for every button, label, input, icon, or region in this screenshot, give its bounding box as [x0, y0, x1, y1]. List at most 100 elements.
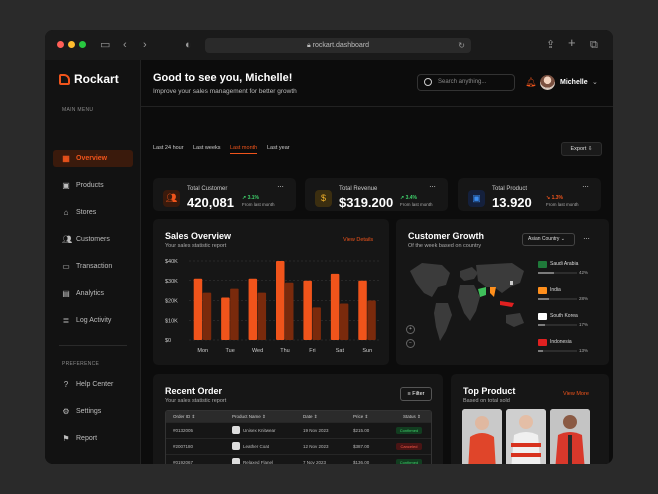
view-more-link[interactable]: View More	[563, 391, 589, 397]
country-row[interactable]: Saudi Arabia 42%	[538, 261, 588, 277]
bar-sun-series2[interactable]	[367, 300, 376, 341]
country-select[interactable]: Asian Country ⌄	[522, 233, 575, 246]
country-percent: 42%	[579, 270, 589, 275]
sidebar-item-label: Customers	[76, 236, 110, 243]
more-icon[interactable]: ···	[429, 182, 436, 191]
country-row[interactable]: Indonesia 13%	[538, 339, 588, 355]
privacy-shield-icon[interactable]: ◐	[185, 37, 192, 53]
column-header-label: Product Name	[232, 414, 261, 419]
chevron-down-icon: ⌄	[560, 236, 565, 242]
x-tick-label: Fri	[309, 348, 315, 354]
product-image[interactable]	[550, 409, 590, 464]
bar-wed-series1[interactable]	[248, 278, 258, 340]
bar-tue-series1[interactable]	[221, 297, 230, 340]
order-price: $136.00	[353, 460, 370, 464]
range-tab[interactable]: Last month	[230, 145, 258, 154]
minimize-window-button[interactable]	[68, 41, 75, 48]
table-row[interactable]: #0192067 Relaxed Flanel 7 Nov 2023 $136.00 C…	[166, 454, 431, 464]
search-placeholder: Search anything...	[438, 79, 487, 85]
stat-change-value: 3.4%	[405, 195, 417, 201]
product-name: Relaxed Flanel	[243, 460, 274, 464]
product-image[interactable]	[462, 409, 502, 464]
card-icon: ▭	[62, 261, 70, 271]
north-america-shape	[410, 263, 450, 297]
sidebar-toggle-icon[interactable]: ▭	[100, 37, 110, 53]
country-row[interactable]: India 28%	[538, 287, 588, 303]
growth-subtitle: Of the week based on country	[408, 243, 482, 249]
bar-sun-series1[interactable]	[358, 280, 367, 340]
recent-order-card: Recent Order Your sales statistic report…	[153, 374, 443, 464]
stat-change: ↗ 3.1%	[242, 195, 259, 201]
back-icon[interactable]: ‹	[123, 37, 127, 53]
main-menu-label: MAIN MENU	[62, 107, 94, 113]
column-header[interactable]: Status ⇕	[403, 414, 421, 420]
range-tab[interactable]: Last year	[267, 145, 290, 151]
south-korea-highlight	[510, 281, 513, 285]
maximize-window-button[interactable]	[79, 41, 86, 48]
sidebar-item-report[interactable]: ⚑ Report	[53, 430, 133, 447]
range-tab[interactable]: Last weeks	[193, 145, 221, 151]
more-icon[interactable]: ···	[277, 182, 284, 191]
sidebar-item-transaction[interactable]: ▭ Transaction	[53, 258, 133, 275]
user-name[interactable]: Michelle	[560, 79, 588, 86]
india-highlight	[490, 287, 496, 297]
sidebar-item-stores[interactable]: ⌂ Stores	[53, 204, 133, 221]
flag-icon	[538, 313, 547, 320]
column-header[interactable]: Order ID ⇕	[173, 414, 195, 420]
range-tab[interactable]: Last 24 hour	[153, 145, 184, 151]
bar-wed-series2[interactable]	[257, 292, 267, 340]
sidebar-item-overview[interactable]: ▦ Overview	[53, 150, 133, 167]
sidebar-item-settings[interactable]: ⚙︎ Settings	[53, 403, 133, 420]
more-icon[interactable]: ···	[583, 234, 590, 243]
y-tick-label: $10K	[165, 318, 178, 324]
stat-note: From last month	[242, 202, 275, 207]
country-row[interactable]: South Korea 17%	[538, 313, 588, 329]
forward-icon[interactable]: ›	[143, 37, 147, 53]
column-header[interactable]: Date ⇕	[303, 414, 318, 420]
avatar[interactable]	[540, 75, 555, 90]
bar-thu-series1[interactable]	[276, 261, 285, 340]
orders-title: Recent Order	[165, 386, 223, 396]
help-icon: ?	[63, 379, 69, 389]
sort-icon: ⇕	[415, 414, 421, 419]
reload-icon[interactable]: ↻	[458, 38, 465, 53]
chevron-down-icon[interactable]: ⌄	[592, 78, 598, 86]
table-row[interactable]: #0132005 Unisex Knitwear 19 Nov 2023 $215.0…	[166, 422, 431, 437]
bar-sat-series2[interactable]	[339, 303, 349, 340]
address-bar[interactable]: 🔒︎ rockart.dashboard ↻	[205, 38, 471, 53]
country-name: Indonesia	[550, 339, 572, 345]
sidebar-item-products[interactable]: ▣ Products	[53, 177, 133, 194]
more-icon[interactable]: ···	[582, 182, 589, 191]
sidebar-item-help-center[interactable]: ? Help Center	[53, 376, 133, 393]
bar-thu-series2[interactable]	[285, 282, 294, 340]
sidebar-item-customers[interactable]: 👥︎ Customers	[53, 231, 133, 248]
bell-icon[interactable]: 🔔︎	[525, 77, 536, 88]
bar-tue-series2[interactable]	[230, 288, 239, 340]
search-input[interactable]: Search anything...	[417, 74, 515, 91]
column-header[interactable]: Price ⇕	[353, 414, 368, 420]
order-price: $215.00	[353, 428, 370, 433]
share-icon[interactable]: ⇪	[546, 37, 555, 53]
filter-button[interactable]: ≡ Filter	[400, 387, 432, 401]
zoom-in-icon[interactable]: +	[406, 325, 415, 334]
flag-icon	[538, 287, 547, 294]
brand-logo[interactable]: Rockart	[59, 72, 119, 86]
bar-fri-series2[interactable]	[312, 307, 321, 340]
flag-icon: ⚑	[62, 433, 70, 443]
close-window-button[interactable]	[57, 41, 64, 48]
country-percent: 17%	[579, 322, 589, 327]
bar-fri-series1[interactable]	[303, 280, 312, 340]
page-title: Good to see you, Michelle!	[153, 72, 293, 84]
bar-mon-series1[interactable]	[193, 278, 203, 340]
column-header[interactable]: Product Name ⇕	[232, 414, 266, 420]
zoom-out-icon[interactable]: −	[406, 339, 415, 348]
sidebar-item-analytics[interactable]: ▤ Analytics	[53, 285, 133, 302]
sidebar-item-log-activity[interactable]: ≣ Log Activity	[53, 312, 133, 329]
table-row[interactable]: #2007180 Leather Coat 12 Nov 2023 $387.00 Ca…	[166, 438, 431, 453]
export-button[interactable]: Export ⇩	[561, 142, 602, 156]
tabs-overview-icon[interactable]: ⧉	[590, 37, 598, 53]
bar-mon-series2[interactable]	[202, 292, 212, 340]
bar-sat-series1[interactable]	[330, 273, 340, 340]
new-tab-icon[interactable]: +	[568, 35, 576, 51]
product-image[interactable]	[506, 409, 546, 464]
